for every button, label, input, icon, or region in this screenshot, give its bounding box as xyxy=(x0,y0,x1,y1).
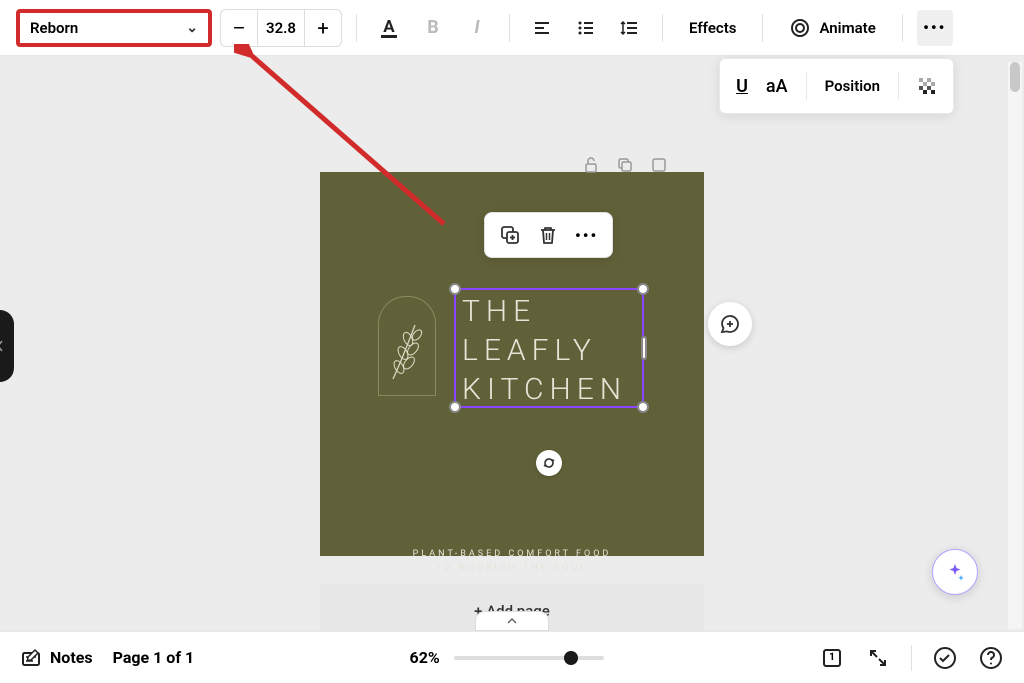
separator xyxy=(902,14,903,42)
separator xyxy=(911,645,912,671)
separator xyxy=(509,14,510,42)
tagline-line2: TO NOURISH THE SOUL xyxy=(320,562,704,576)
scrollbar-thumb[interactable] xyxy=(1010,62,1020,92)
resize-handle[interactable] xyxy=(449,283,461,295)
leaf-icon xyxy=(385,317,427,387)
selection-box[interactable] xyxy=(454,288,644,408)
assistant-fab[interactable] xyxy=(932,549,978,595)
zoom-group: 62% xyxy=(410,648,604,667)
animate-button[interactable]: Animate xyxy=(777,10,887,46)
notes-button[interactable]: Notes xyxy=(20,647,93,669)
lock-icon[interactable] xyxy=(580,154,602,176)
help-button[interactable] xyxy=(978,645,1004,671)
separator xyxy=(898,72,899,100)
effects-button[interactable]: Effects xyxy=(677,10,748,46)
comment-fab[interactable] xyxy=(708,302,752,346)
top-toolbar: Reborn ⌄ – 32.8 + A B I Effects Animate … xyxy=(0,0,1024,56)
separator xyxy=(762,14,763,42)
text-color-button[interactable]: A xyxy=(371,10,407,46)
resize-handle[interactable] xyxy=(449,401,461,413)
footer: Notes Page 1 of 1 62% 1 xyxy=(0,631,1024,683)
font-size-value[interactable]: 32.8 xyxy=(257,10,305,46)
page-badge: 1 xyxy=(829,652,835,663)
page-label: Page 1 of 1 xyxy=(113,648,195,667)
font-name: Reborn xyxy=(30,19,78,37)
resize-handle[interactable] xyxy=(641,336,647,360)
page-tools xyxy=(580,154,670,176)
vertical-scrollbar[interactable] xyxy=(1008,62,1022,629)
separator xyxy=(662,14,663,42)
zoom-value[interactable]: 62% xyxy=(410,648,440,667)
animate-label: Animate xyxy=(819,19,875,37)
separator xyxy=(356,14,357,42)
slider-thumb[interactable] xyxy=(564,651,578,665)
chevron-down-icon: ⌄ xyxy=(186,20,198,36)
zoom-slider[interactable] xyxy=(454,656,604,660)
tagline: PLANT-BASED COMFORT FOOD TO NOURISH THE … xyxy=(320,548,704,575)
resize-handle[interactable] xyxy=(637,283,649,295)
text-submenu: U aA Position xyxy=(719,58,954,114)
page-indicator[interactable]: Page 1 of 1 xyxy=(113,648,195,667)
canvas-area[interactable]: PLANT-BASED COMFORT FOOD TO NOURISH THE … xyxy=(0,56,1024,631)
duplicate-page-icon[interactable] xyxy=(614,154,636,176)
bold-button[interactable]: B xyxy=(415,10,451,46)
grid-view-button[interactable]: 1 xyxy=(819,645,845,671)
arch-decoration[interactable] xyxy=(378,296,436,396)
side-panel-toggle[interactable] xyxy=(0,310,14,382)
underline-button[interactable]: U xyxy=(736,76,748,97)
align-button[interactable] xyxy=(524,10,560,46)
trash-icon[interactable] xyxy=(537,224,559,246)
context-menu: ••• xyxy=(484,212,613,258)
list-button[interactable] xyxy=(568,10,604,46)
tagline-line1: PLANT-BASED COMFORT FOOD xyxy=(320,548,704,562)
separator xyxy=(806,72,807,100)
spacing-button[interactable] xyxy=(612,10,648,46)
font-size-decrease-button[interactable]: – xyxy=(221,10,257,46)
check-button[interactable] xyxy=(932,645,958,671)
page-more-icon[interactable] xyxy=(648,154,670,176)
font-size-increase-button[interactable]: + xyxy=(305,10,341,46)
more-button[interactable]: ••• xyxy=(917,10,953,46)
notes-icon xyxy=(20,647,42,669)
scroll-handle[interactable] xyxy=(475,611,549,631)
font-size-group: – 32.8 + xyxy=(220,9,342,47)
notes-label: Notes xyxy=(50,648,93,667)
more-icon[interactable]: ••• xyxy=(575,226,598,245)
transparency-button[interactable] xyxy=(917,76,937,96)
uppercase-button[interactable]: aA xyxy=(766,76,788,97)
fullscreen-button[interactable] xyxy=(865,645,891,671)
rotate-handle[interactable] xyxy=(536,450,562,476)
duplicate-icon[interactable] xyxy=(499,224,521,246)
animate-icon xyxy=(789,17,811,39)
italic-button[interactable]: I xyxy=(459,10,495,46)
resize-handle[interactable] xyxy=(637,401,649,413)
font-dropdown[interactable]: Reborn ⌄ xyxy=(16,9,212,47)
position-button[interactable]: Position xyxy=(825,77,880,95)
svg-text:A: A xyxy=(383,17,395,37)
